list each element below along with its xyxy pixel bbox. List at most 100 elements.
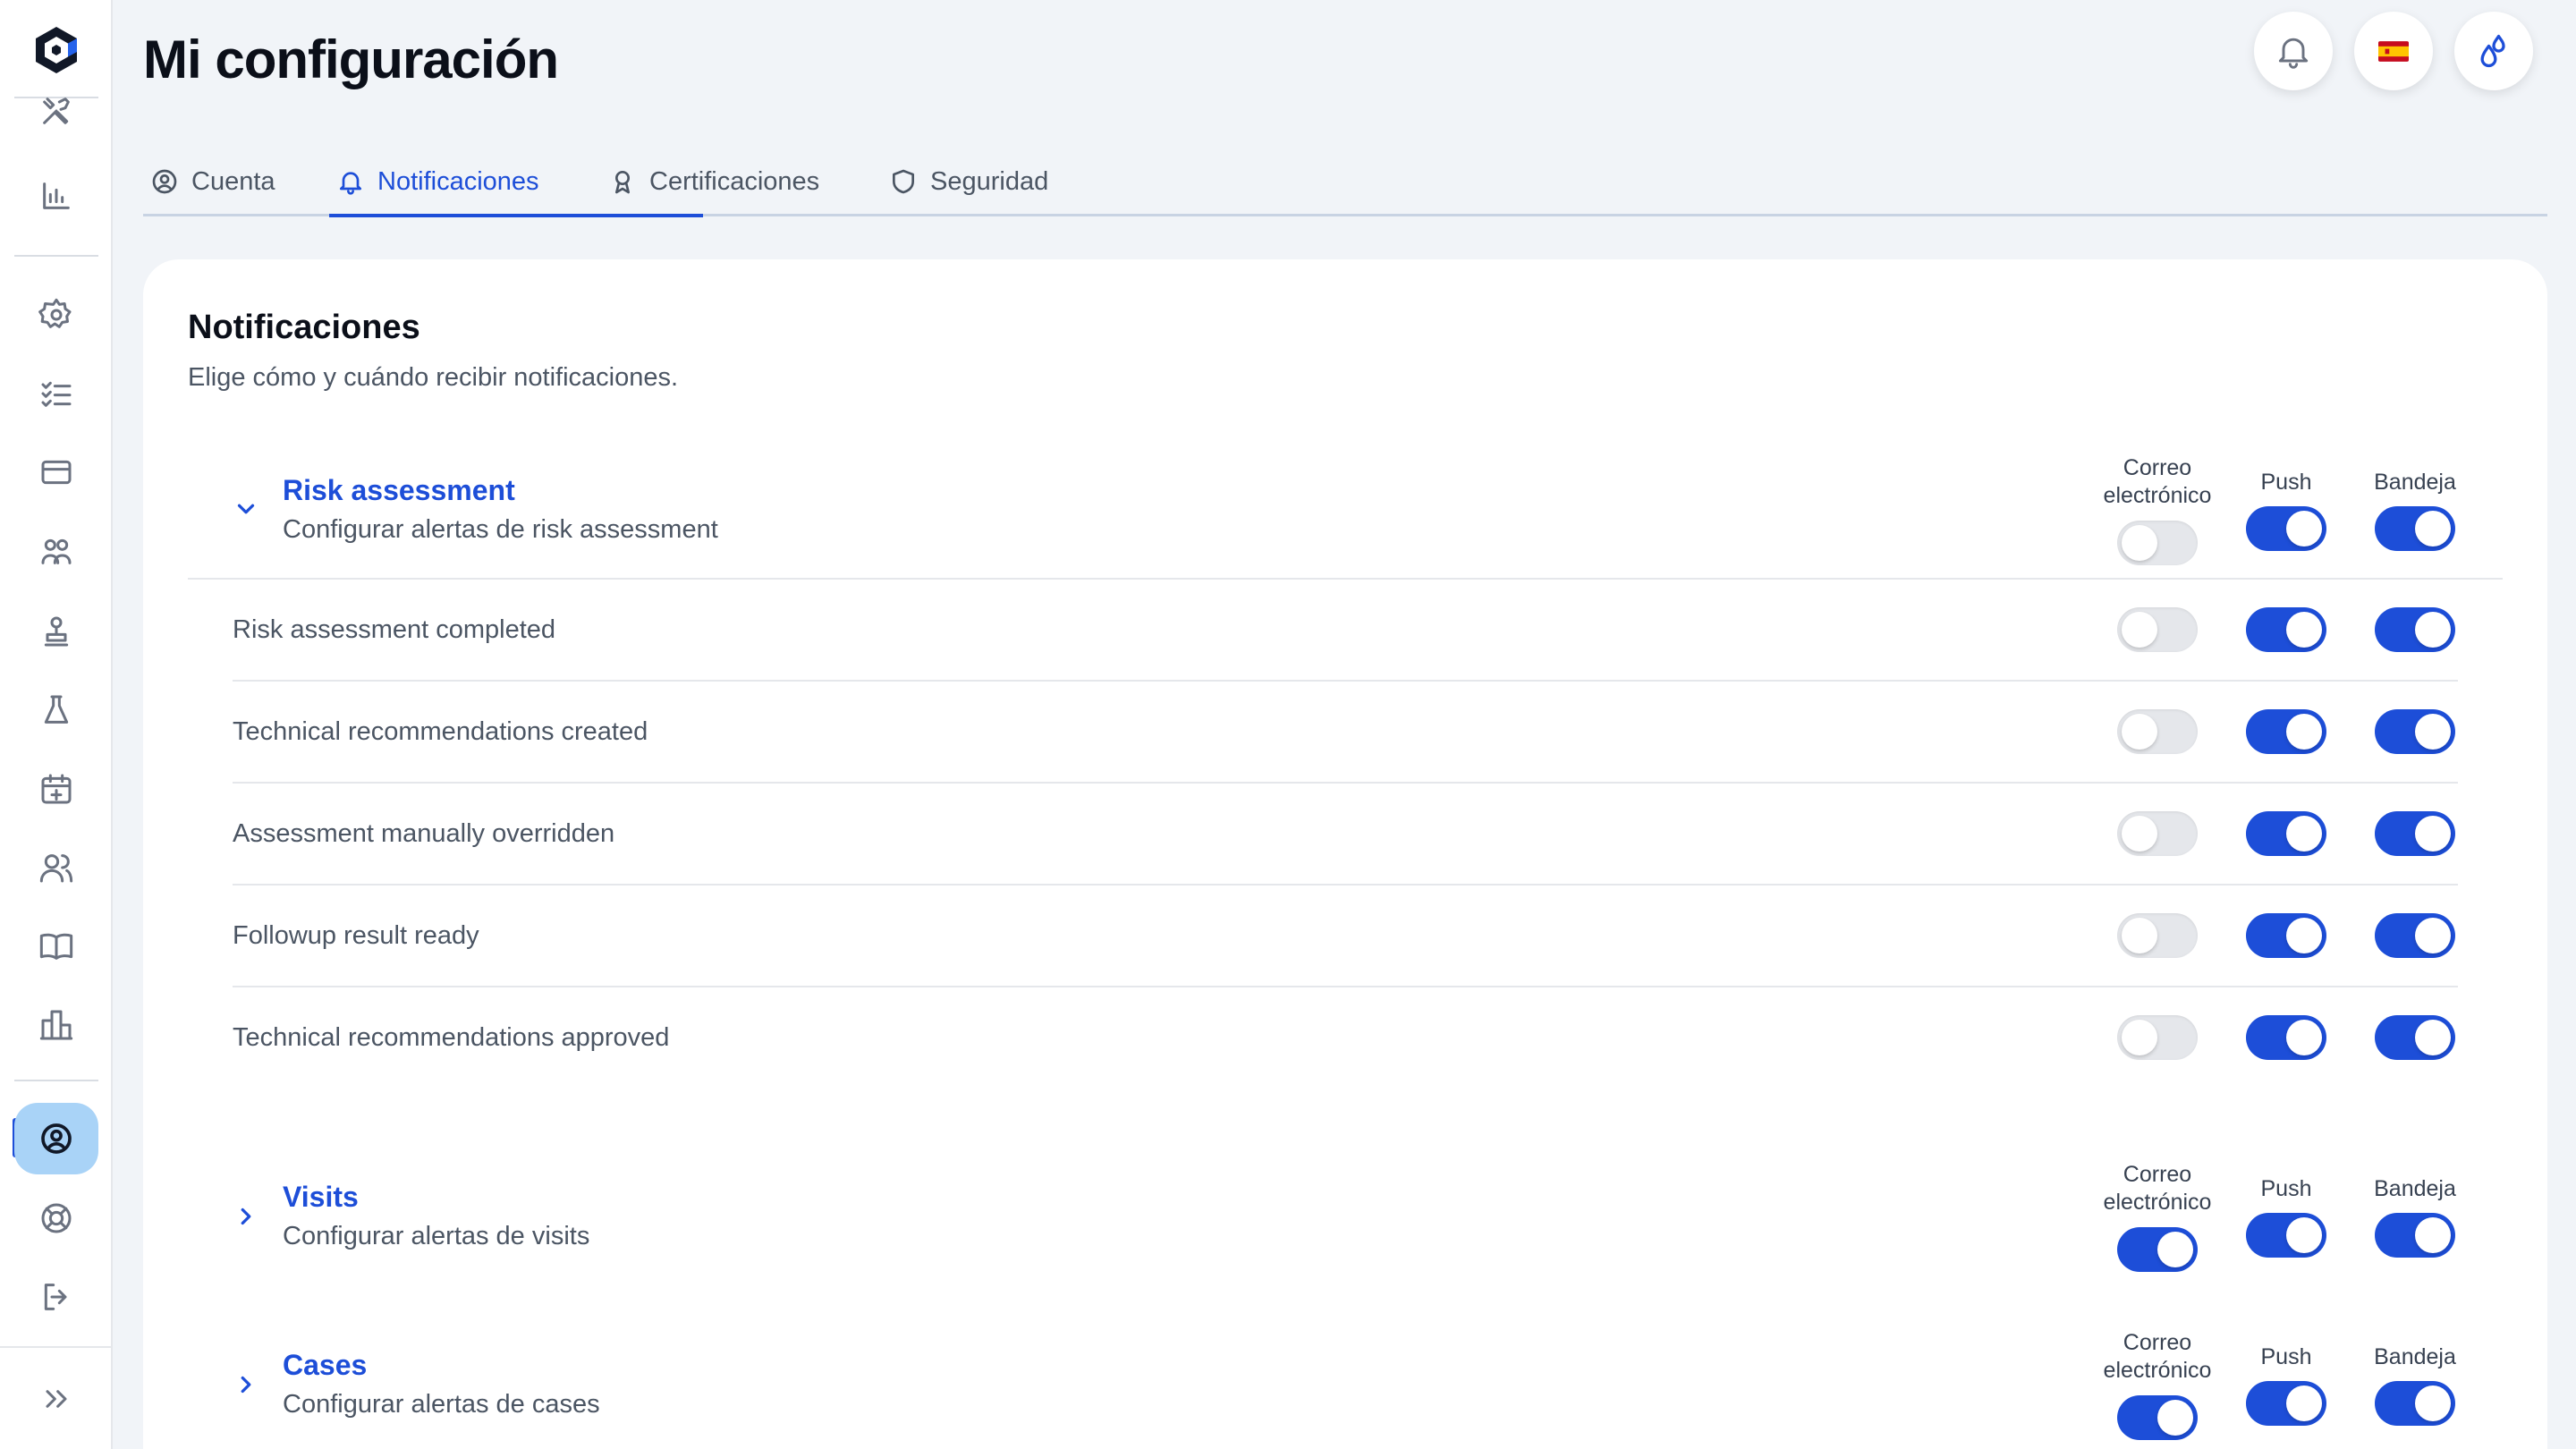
tab-account[interactable]: Cuenta bbox=[150, 147, 275, 216]
toggle-knob bbox=[2286, 1217, 2322, 1253]
shield-icon bbox=[893, 169, 914, 194]
toggle-knob bbox=[2122, 525, 2157, 561]
logout-icon[interactable] bbox=[35, 1275, 78, 1318]
toggle-push[interactable] bbox=[2246, 811, 2326, 856]
language-button[interactable] bbox=[2354, 12, 2433, 90]
group-description: Configurar alertas de risk assessment bbox=[283, 515, 718, 544]
toggle-knob bbox=[2122, 918, 2157, 953]
toggle-knob bbox=[2415, 511, 2451, 547]
users-icon[interactable] bbox=[35, 846, 78, 889]
toggle-knob bbox=[2122, 612, 2157, 648]
column-header-push: Push bbox=[2260, 470, 2312, 495]
tab-label: Notificaciones bbox=[377, 166, 539, 196]
toggle-tray[interactable] bbox=[2375, 506, 2455, 551]
column-header-push: Push bbox=[2260, 1176, 2312, 1201]
calendar-plus-icon[interactable] bbox=[35, 767, 78, 810]
toggle-email[interactable] bbox=[2117, 913, 2198, 958]
toggle-tray[interactable] bbox=[2375, 1213, 2455, 1258]
divider bbox=[233, 680, 2458, 682]
column-header-tray: Bandeja bbox=[2374, 470, 2456, 495]
toggle-tray[interactable] bbox=[2375, 1015, 2455, 1060]
user-circle-icon bbox=[152, 169, 177, 194]
card-subtitle: Elige cómo y cuándo recibir notificacion… bbox=[188, 363, 679, 392]
tab-certifications[interactable]: Certificaciones bbox=[608, 147, 819, 216]
tab-notifications[interactable]: Notificaciones bbox=[336, 147, 539, 216]
toggle-email[interactable] bbox=[2117, 1227, 2198, 1272]
notifications-button[interactable] bbox=[2254, 12, 2333, 90]
flag-es-icon bbox=[2378, 40, 2409, 62]
card-icon[interactable] bbox=[35, 451, 78, 494]
group-title[interactable]: Cases bbox=[283, 1349, 367, 1382]
group-title[interactable]: Risk assessment bbox=[283, 474, 515, 507]
toggle-knob bbox=[2122, 714, 2157, 750]
notification-item-label: Technical recommendations approved bbox=[233, 1023, 670, 1052]
notification-item-label: Followup result ready bbox=[233, 921, 479, 950]
app-logo[interactable] bbox=[34, 25, 79, 75]
notifications-card: Notificaciones Elige cómo y cuándo recib… bbox=[143, 259, 2547, 1449]
toggle-push[interactable] bbox=[2246, 913, 2326, 958]
sidebar-divider bbox=[14, 255, 98, 257]
chevron-down-icon[interactable] bbox=[233, 496, 259, 522]
sidebar bbox=[0, 0, 113, 1449]
toggle-push[interactable] bbox=[2246, 1213, 2326, 1258]
checklist-icon[interactable] bbox=[35, 372, 78, 415]
tab-label: Seguridad bbox=[930, 166, 1049, 196]
notification-item-label: Assessment manually overridden bbox=[233, 819, 615, 848]
toggle-knob bbox=[2157, 1232, 2193, 1267]
toggle-email[interactable] bbox=[2117, 1395, 2198, 1440]
sidebar-divider bbox=[0, 1346, 113, 1348]
tools-icon[interactable] bbox=[35, 89, 78, 132]
notification-item-label: Risk assessment completed bbox=[233, 615, 556, 644]
toggle-push[interactable] bbox=[2246, 1381, 2326, 1426]
group-description: Configurar alertas de cases bbox=[283, 1390, 600, 1419]
tab-label: Certificaciones bbox=[649, 166, 820, 196]
chevron-right-icon[interactable] bbox=[233, 1203, 259, 1230]
toggle-knob bbox=[2415, 816, 2451, 852]
buildings-icon[interactable] bbox=[35, 1004, 78, 1046]
toggle-knob bbox=[2415, 1385, 2451, 1421]
sidebar-divider bbox=[14, 1080, 98, 1081]
sidebar-item-my-settings[interactable] bbox=[14, 1103, 98, 1174]
toggle-push[interactable] bbox=[2246, 506, 2326, 551]
flask-icon[interactable] bbox=[35, 689, 78, 732]
tab-security[interactable]: Seguridad bbox=[889, 147, 1048, 216]
toggle-knob bbox=[2286, 816, 2322, 852]
theme-button[interactable] bbox=[2454, 12, 2533, 90]
toggle-tray[interactable] bbox=[2375, 709, 2455, 754]
toggle-email[interactable] bbox=[2117, 607, 2198, 652]
toggle-knob bbox=[2286, 511, 2322, 547]
group-title[interactable]: Visits bbox=[283, 1181, 359, 1214]
bar-chart-icon[interactable] bbox=[35, 174, 78, 217]
toggle-email[interactable] bbox=[2117, 1015, 2198, 1060]
tab-label: Cuenta bbox=[191, 166, 275, 196]
toggle-push[interactable] bbox=[2246, 709, 2326, 754]
bell-icon bbox=[340, 172, 361, 195]
active-tab-underline bbox=[329, 214, 703, 217]
settings-icon[interactable] bbox=[35, 293, 78, 336]
toggle-email[interactable] bbox=[2117, 521, 2198, 565]
expand-icon[interactable] bbox=[35, 1377, 78, 1420]
toggle-knob bbox=[2286, 714, 2322, 750]
toggle-tray[interactable] bbox=[2375, 607, 2455, 652]
toggle-tray[interactable] bbox=[2375, 811, 2455, 856]
stamp-icon[interactable] bbox=[35, 610, 78, 653]
toggle-knob bbox=[2122, 1020, 2157, 1055]
toggle-push[interactable] bbox=[2246, 1015, 2326, 1060]
toggle-knob bbox=[2286, 918, 2322, 953]
bell-icon bbox=[2278, 38, 2309, 69]
toggle-knob bbox=[2415, 918, 2451, 953]
toggle-tray[interactable] bbox=[2375, 1381, 2455, 1426]
toggle-knob bbox=[2286, 1385, 2322, 1421]
column-header-push: Push bbox=[2260, 1344, 2312, 1369]
column-header-email: Correo electrónico bbox=[2103, 455, 2212, 508]
toggle-tray[interactable] bbox=[2375, 913, 2455, 958]
team-icon[interactable] bbox=[35, 530, 78, 572]
toggle-email[interactable] bbox=[2117, 709, 2198, 754]
book-icon[interactable] bbox=[35, 925, 78, 968]
divider bbox=[188, 578, 2503, 580]
lifebuoy-icon[interactable] bbox=[35, 1197, 78, 1240]
chevron-right-icon[interactable] bbox=[233, 1371, 259, 1398]
column-header-email: Correo electrónico bbox=[2103, 1162, 2212, 1215]
toggle-push[interactable] bbox=[2246, 607, 2326, 652]
toggle-email[interactable] bbox=[2117, 811, 2198, 856]
